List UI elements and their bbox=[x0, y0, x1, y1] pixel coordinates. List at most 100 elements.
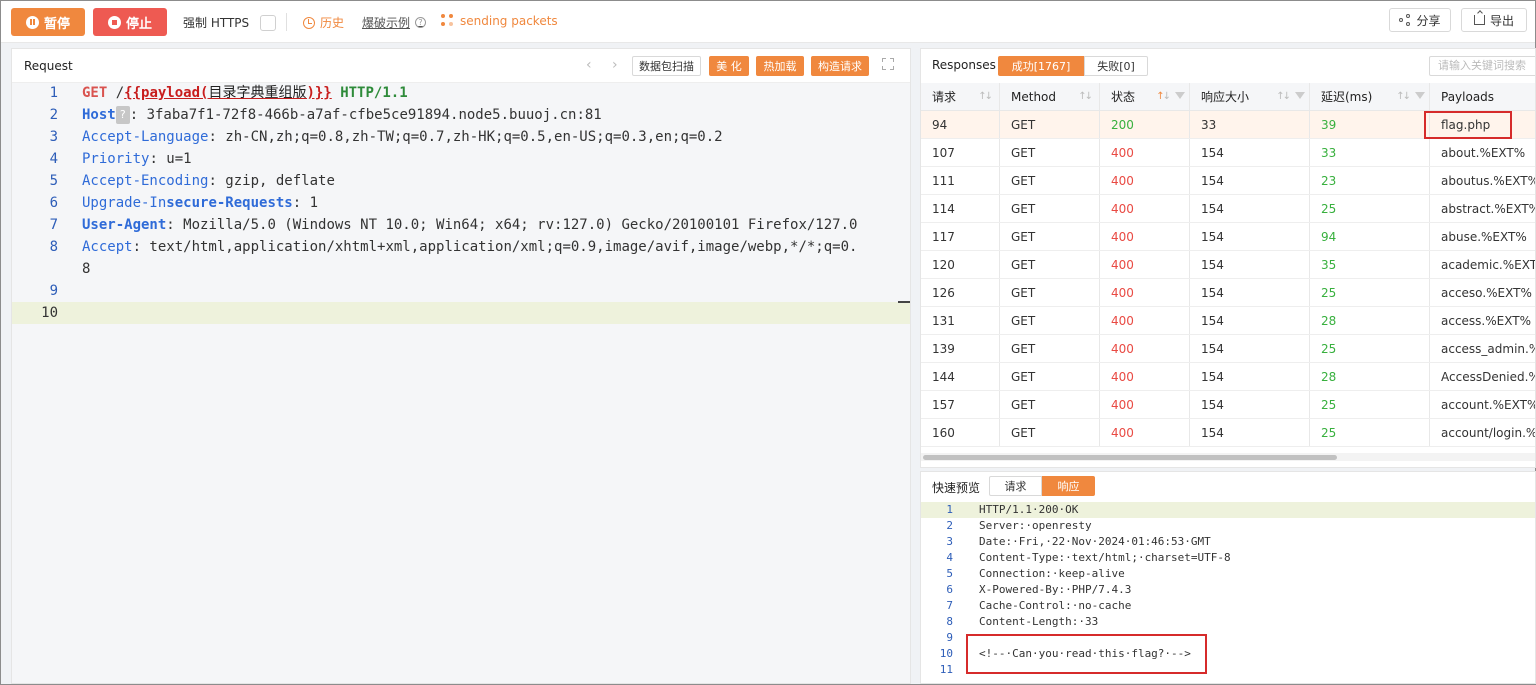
line-number: 1 bbox=[49, 85, 58, 101]
col-status[interactable]: 状态 ↑↓ bbox=[1100, 83, 1190, 110]
table-row[interactable]: 107 GET 400 154 33 about.%EXT% bbox=[921, 139, 1535, 167]
cell-payload: account/login.%EXT% bbox=[1441, 425, 1535, 440]
packet-scan-button[interactable]: 数据包扫描 bbox=[632, 56, 701, 76]
col-method[interactable]: Method ↑↓ bbox=[1000, 83, 1100, 110]
response-line: 9 bbox=[921, 630, 1535, 646]
table-row[interactable]: 111 GET 400 154 23 aboutus.%EXT% bbox=[921, 167, 1536, 195]
response-line: 8 Content-Length:·33 bbox=[921, 614, 1535, 630]
tab-success[interactable]: 成功[1767] bbox=[998, 56, 1084, 76]
header-line: Accept: text/html,application/xhtml+xml,… bbox=[82, 236, 857, 258]
history-label: 历史 bbox=[320, 16, 345, 30]
cell-status: 400 bbox=[1100, 251, 1190, 278]
history-button[interactable]: 历史 bbox=[303, 14, 344, 31]
export-icon bbox=[1473, 15, 1485, 25]
col-latency[interactable]: 延迟(ms) ↑↓ bbox=[1310, 83, 1430, 110]
filter-icon[interactable] bbox=[1175, 92, 1185, 99]
responses-title: Responses bbox=[932, 58, 996, 72]
table-row[interactable]: 114 GET 400 154 25 abstract.%EXT% bbox=[921, 195, 1535, 223]
cell-size: 154 bbox=[1190, 419, 1310, 446]
table-row[interactable]: 131 GET 400 154 28 access.%EXT% bbox=[921, 307, 1535, 335]
code-line: 5 Accept-Encoding: gzip, deflate bbox=[12, 170, 910, 192]
table-row[interactable]: 160GET40015425 account/login.%EXT% bbox=[921, 419, 1535, 447]
col-payloads[interactable]: Payloads bbox=[1430, 83, 1535, 110]
table-row[interactable]: 139GET40015425 access_admin.%EXT% bbox=[921, 335, 1535, 363]
sort-icon[interactable]: ↑↓ bbox=[1396, 91, 1411, 102]
cell-method: GET bbox=[1000, 279, 1100, 306]
sort-icon[interactable]: ↑↓ bbox=[1156, 91, 1171, 102]
chevron-right-icon[interactable]: › bbox=[612, 57, 618, 73]
cell-latency: 25 bbox=[1310, 335, 1430, 362]
responses-table: 请求 ↑↓ Method ↑↓ 状态 ↑↓ 响应大小 ↑↓ 延迟(ms) ↑↓ bbox=[921, 83, 1535, 447]
line-number: 3 bbox=[946, 535, 953, 548]
cell-size: 154 bbox=[1190, 363, 1310, 390]
cell-payload: aboutus.%EXT% bbox=[1441, 173, 1536, 188]
line-number: 4 bbox=[49, 151, 58, 167]
cell-size: 154 bbox=[1190, 335, 1310, 362]
cell-latency: 23 bbox=[1310, 167, 1430, 194]
stop-button[interactable]: 停止 bbox=[93, 8, 167, 36]
cell-method: GET bbox=[1000, 195, 1100, 222]
filter-icon[interactable] bbox=[1415, 92, 1425, 99]
response-text: X-Powered-By:·PHP/7.4.3 bbox=[979, 583, 1132, 596]
response-line: 6 X-Powered-By:·PHP/7.4.3 bbox=[921, 582, 1535, 598]
header-value: : 1 bbox=[292, 195, 319, 211]
payload-dict-name: 目录字典重组版 bbox=[208, 85, 307, 101]
pause-button[interactable]: 暂停 bbox=[11, 8, 85, 36]
beautify-button[interactable]: 美 化 bbox=[709, 56, 749, 76]
sort-icon[interactable]: ↑↓ bbox=[1276, 91, 1291, 102]
table-row[interactable]: 126 GET 400 154 25 acceso.%EXT% bbox=[921, 279, 1535, 307]
force-https-label: 强制 HTTPS bbox=[183, 16, 250, 30]
cell-latency: 94 bbox=[1310, 223, 1430, 250]
table-row[interactable]: 120GET40015435 academic.%EXT% bbox=[921, 251, 1535, 279]
table-row[interactable]: 94 GET 200 33 39 flag.php bbox=[921, 111, 1535, 139]
tab-response[interactable]: 响应 bbox=[1042, 476, 1095, 496]
brute-example-link[interactable]: 爆破示例 ? bbox=[362, 14, 427, 31]
line-number: 8 bbox=[946, 615, 953, 628]
request-header: Request ‹ › 数据包扫描 美 化 热加载 构造请求 bbox=[12, 49, 910, 83]
horizontal-scrollbar[interactable] bbox=[921, 453, 1535, 461]
help-icon[interactable]: ? bbox=[115, 106, 130, 124]
export-button[interactable]: 导出 bbox=[1461, 8, 1527, 32]
filter-icon[interactable] bbox=[1295, 92, 1305, 99]
header-value: : u=1 bbox=[149, 151, 192, 167]
line-number: 9 bbox=[946, 631, 953, 644]
line-number: 9 bbox=[49, 283, 58, 299]
tab-fail[interactable]: 失败[0] bbox=[1084, 56, 1148, 76]
table-row[interactable]: 144GET40015428 AccessDenied.%EXT% bbox=[921, 363, 1535, 391]
cell-request-id: 94 bbox=[921, 111, 1000, 138]
top-toolbar: 暂停 停止 强制 HTTPS 历史 爆破示例 ? sending packets… bbox=[1, 1, 1535, 43]
col-request[interactable]: 请求 ↑↓ bbox=[921, 83, 1000, 110]
hotload-button[interactable]: 热加载 bbox=[756, 56, 804, 76]
header-name-highlight: secure-Requests bbox=[166, 195, 293, 211]
cell-payload: about.%EXT% bbox=[1441, 145, 1526, 160]
loading-dots-icon bbox=[441, 14, 455, 28]
header-name: Accept bbox=[82, 239, 133, 255]
force-https-checkbox[interactable] bbox=[260, 14, 277, 31]
table-row[interactable]: 117 GET 400 154 94 abuse.%EXT% bbox=[921, 223, 1535, 251]
share-button[interactable]: 分享 bbox=[1389, 8, 1451, 32]
table-row[interactable]: 157 GET 400 154 25 account.%EXT% bbox=[921, 391, 1535, 419]
expand-icon[interactable] bbox=[882, 58, 894, 70]
header-value: : 3faba7f1-72f8-466b-a7af-cfbe5ce91894.n… bbox=[129, 107, 602, 123]
line-number: 7 bbox=[946, 599, 953, 612]
construct-request-button[interactable]: 构造请求 bbox=[811, 56, 869, 76]
line-number: 8 bbox=[49, 239, 58, 255]
sort-icon[interactable]: ↑↓ bbox=[978, 91, 993, 102]
cell-status: 400 bbox=[1100, 167, 1190, 194]
help-icon[interactable]: ? bbox=[415, 17, 427, 28]
chevron-left-icon[interactable]: ‹ bbox=[586, 57, 592, 73]
sort-icon[interactable]: ↑↓ bbox=[1078, 91, 1093, 102]
line-number: 10 bbox=[939, 647, 953, 660]
keyword-search-input[interactable]: 请输入关键词搜索 bbox=[1429, 56, 1535, 76]
scrollbar-thumb[interactable] bbox=[923, 455, 1337, 460]
payload-close: )}} bbox=[306, 85, 332, 101]
col-size[interactable]: 响应大小 ↑↓ bbox=[1190, 83, 1310, 110]
sending-label: sending packets bbox=[460, 14, 558, 28]
cell-status: 400 bbox=[1100, 139, 1190, 166]
cell-latency: 39 bbox=[1310, 111, 1430, 138]
tab-request[interactable]: 请求 bbox=[989, 476, 1042, 496]
cell-status: 400 bbox=[1100, 279, 1190, 306]
request-editor[interactable]: 1 GET /{{payload(目录字典重组版)}} HTTP/1.1 2 H… bbox=[12, 83, 910, 683]
cell-request-id: 160 bbox=[921, 419, 1000, 446]
stop-icon bbox=[107, 15, 121, 29]
